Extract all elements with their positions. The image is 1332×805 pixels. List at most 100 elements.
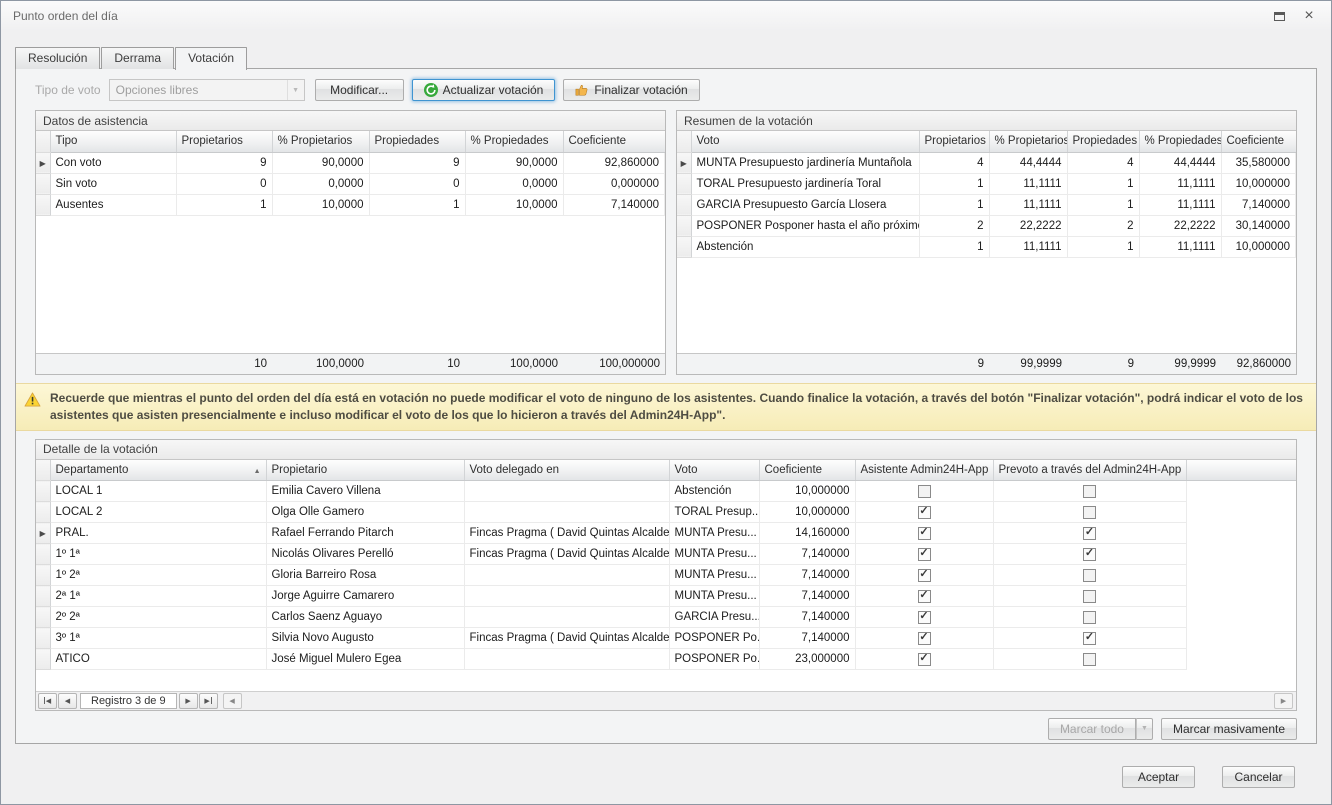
prevoto-checkbox[interactable]: ✓ xyxy=(1083,590,1096,603)
col-coeficiente[interactable]: Coeficiente xyxy=(563,131,665,152)
table-row[interactable]: ▶ Con voto 9 90,0000 9 90,0000 92,860000 xyxy=(36,152,665,173)
close-icon[interactable]: × xyxy=(1299,7,1319,25)
resumen-summary-row: 9 99,9999 9 99,9999 92,860000 xyxy=(677,353,1296,374)
prevoto-checkbox[interactable]: ✓ xyxy=(1083,653,1096,666)
cell: 22,2222 xyxy=(989,215,1067,236)
summary-cell: 99,9999 xyxy=(989,354,1067,374)
prevoto-checkbox[interactable]: ✓ xyxy=(1083,527,1096,540)
cell: 9 xyxy=(176,152,272,173)
asistente-checkbox[interactable]: ✓ xyxy=(918,548,931,561)
tipo-voto-value: Opciones libres xyxy=(110,83,287,97)
asistente-checkbox[interactable]: ✓ xyxy=(918,590,931,603)
cell: 7,140000 xyxy=(1221,194,1296,215)
prevoto-checkbox[interactable]: ✓ xyxy=(1083,506,1096,519)
asistente-checkbox[interactable]: ✓ xyxy=(918,653,931,666)
resumen-votacion-title: Resumen de la votación xyxy=(677,111,1296,131)
thumbs-up-icon xyxy=(575,83,589,97)
table-row[interactable]: Abstención 1 11,1111 1 11,1111 10,000000 xyxy=(677,236,1296,257)
pager-first-button[interactable]: ◀ xyxy=(38,693,57,709)
col-coeficiente[interactable]: Coeficiente xyxy=(759,460,855,481)
aceptar-button[interactable]: Aceptar xyxy=(1122,766,1195,788)
col-pct-propiedades[interactable]: % Propiedades xyxy=(1139,131,1221,152)
cell-delegado: Fincas Pragma ( David Quintas Alcalde ) xyxy=(464,523,669,544)
table-row[interactable]: Sin voto 0 0,0000 0 0,0000 0,000000 xyxy=(36,173,665,194)
scroll-left-icon[interactable]: ◀ xyxy=(223,693,242,709)
col-prevoto-app[interactable]: Prevoto a través del Admin24H-App xyxy=(993,460,1186,481)
horizontal-scrollbar[interactable]: ◀ ▶ xyxy=(223,693,1294,709)
table-row[interactable]: 2ª 1ª Jorge Aguirre Camarero MUNTA Presu… xyxy=(36,586,1296,607)
table-row[interactable]: ▶ MUNTA Presupuesto jardinería Muntañola… xyxy=(677,152,1296,173)
prevoto-checkbox[interactable]: ✓ xyxy=(1083,632,1096,645)
scroll-right-icon[interactable]: ▶ xyxy=(1274,693,1293,709)
cancelar-button[interactable]: Cancelar xyxy=(1222,766,1295,788)
table-row[interactable]: LOCAL 2 Olga Olle Gamero TORAL Presup...… xyxy=(36,502,1296,523)
col-propiedades[interactable]: Propiedades xyxy=(369,131,465,152)
prevoto-checkbox[interactable]: ✓ xyxy=(1083,569,1096,582)
table-row[interactable]: ATICO José Miguel Mulero Egea POSPONER P… xyxy=(36,649,1296,670)
asistencia-summary-row: 10 100,0000 10 100,0000 100,000000 xyxy=(36,353,665,374)
table-row[interactable]: 1º 2ª Gloria Barreiro Rosa MUNTA Presu..… xyxy=(36,565,1296,586)
cell: 11,1111 xyxy=(1139,236,1221,257)
cell-coeficiente: 14,160000 xyxy=(759,523,855,544)
col-propietarios[interactable]: Propietarios xyxy=(176,131,272,152)
table-row[interactable]: ▶ PRAL. Rafael Ferrando Pitarch Fincas P… xyxy=(36,523,1296,544)
asistente-checkbox[interactable]: ✓ xyxy=(918,527,931,540)
cell: 1 xyxy=(1067,194,1139,215)
tab-resolucion[interactable]: Resolución xyxy=(15,47,100,69)
table-row[interactable]: TORAL Presupuesto jardinería Toral 1 11,… xyxy=(677,173,1296,194)
actualizar-votacion-button[interactable]: Actualizar votación xyxy=(412,79,556,101)
col-coeficiente[interactable]: Coeficiente xyxy=(1221,131,1296,152)
table-row[interactable]: 3º 1ª Silvia Novo Augusto Fincas Pragma … xyxy=(36,628,1296,649)
tab-derrama[interactable]: Derrama xyxy=(101,47,174,69)
col-pct-propietarios[interactable]: % Propietarios xyxy=(272,131,369,152)
col-pct-propietarios[interactable]: % Propietarios xyxy=(989,131,1067,152)
finalizar-votacion-button[interactable]: Finalizar votación xyxy=(563,79,699,101)
warning-text: Recuerde que mientras el punto del orden… xyxy=(50,390,1304,424)
asistente-checkbox[interactable]: ✓ xyxy=(918,569,931,582)
col-departamento[interactable]: Departamento ▲ xyxy=(50,460,266,481)
cell-coeficiente: 7,140000 xyxy=(759,586,855,607)
asistente-checkbox[interactable]: ✓ xyxy=(918,485,931,498)
tipo-voto-combo[interactable]: Opciones libres ▼ xyxy=(109,79,305,101)
asistente-checkbox[interactable]: ✓ xyxy=(918,506,931,519)
tab-votacion[interactable]: Votación xyxy=(175,47,247,70)
cell-departamento: LOCAL 1 xyxy=(50,481,266,502)
prevoto-checkbox[interactable]: ✓ xyxy=(1083,611,1096,624)
col-propietarios[interactable]: Propietarios xyxy=(919,131,989,152)
cell-propietario: Silvia Novo Augusto xyxy=(266,628,464,649)
col-pct-propiedades[interactable]: % Propiedades xyxy=(465,131,563,152)
col-propietario[interactable]: Propietario xyxy=(266,460,464,481)
summary-cell: 99,9999 xyxy=(1139,354,1221,374)
asistente-checkbox[interactable]: ✓ xyxy=(918,611,931,624)
prevoto-checkbox[interactable]: ✓ xyxy=(1083,548,1096,561)
col-tipo[interactable]: Tipo xyxy=(50,131,176,152)
table-row[interactable]: Ausentes 1 10,0000 1 10,0000 7,140000 xyxy=(36,194,665,215)
col-voto[interactable]: Voto xyxy=(691,131,919,152)
col-propiedades[interactable]: Propiedades xyxy=(1067,131,1139,152)
marcar-masivamente-button[interactable]: Marcar masivamente xyxy=(1161,718,1297,740)
pager-prev-button[interactable]: ◀ xyxy=(58,693,77,709)
asistente-checkbox[interactable]: ✓ xyxy=(918,632,931,645)
col-voto-delegado[interactable]: Voto delegado en xyxy=(464,460,669,481)
current-row-icon: ▶ xyxy=(681,159,687,168)
cell-voto: Abstención xyxy=(669,481,759,502)
col-voto[interactable]: Voto xyxy=(669,460,759,481)
pager-label: Registro 3 de 9 xyxy=(80,693,177,709)
modificar-button[interactable]: Modificar... xyxy=(315,79,404,101)
cell-coeficiente: 7,140000 xyxy=(759,544,855,565)
marcar-todo-button[interactable]: Marcar todo xyxy=(1048,718,1136,740)
table-row[interactable]: 1º 1ª Nicolás Olivares Perelló Fincas Pr… xyxy=(36,544,1296,565)
table-row[interactable]: POSPONER Posponer hasta el año próximo 2… xyxy=(677,215,1296,236)
cell-delegado xyxy=(464,586,669,607)
table-row[interactable]: GARCIA Presupuesto García Llosera 1 11,1… xyxy=(677,194,1296,215)
marcar-todo-dropdown[interactable]: ▼ xyxy=(1136,718,1153,740)
table-row[interactable]: LOCAL 1 Emilia Cavero Villena Abstención… xyxy=(36,481,1296,502)
cell-propietario: Emilia Cavero Villena xyxy=(266,481,464,502)
prevoto-checkbox[interactable]: ✓ xyxy=(1083,485,1096,498)
pager-last-button[interactable]: ▶ xyxy=(199,693,218,709)
col-asistente-app[interactable]: Asistente Admin24H-App xyxy=(855,460,993,481)
pager-next-button[interactable]: ▶ xyxy=(179,693,198,709)
restore-icon[interactable] xyxy=(1269,7,1289,25)
cell: 11,1111 xyxy=(989,194,1067,215)
table-row[interactable]: 2º 2ª Carlos Saenz Aguayo GARCIA Presu..… xyxy=(36,607,1296,628)
